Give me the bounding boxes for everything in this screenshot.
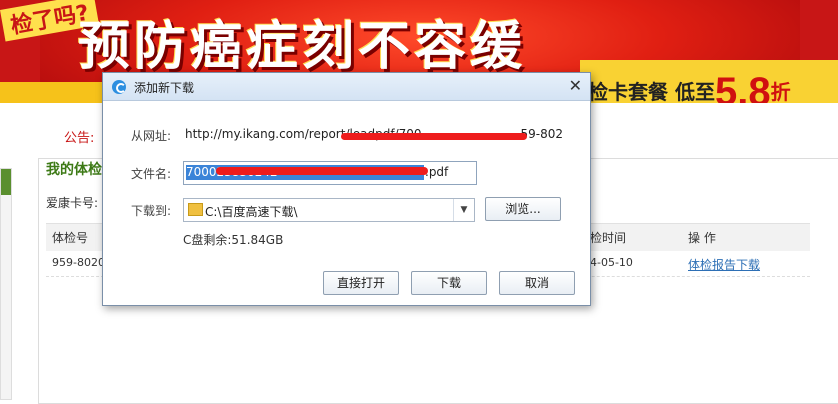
- chevron-down-icon[interactable]: ▼: [453, 199, 474, 221]
- close-icon[interactable]: ✕: [569, 77, 582, 95]
- th-action: 操 作: [688, 231, 716, 245]
- download-button[interactable]: 下载: [411, 271, 487, 295]
- section-title: 我的体检: [46, 162, 102, 178]
- dialog-title: 添加新下载: [134, 81, 195, 95]
- disk-free-space: C盘剩余:51.84GB: [183, 233, 284, 247]
- url-label: 从网址:: [131, 129, 172, 143]
- url-redaction: [341, 133, 527, 140]
- notice-label: 公告:: [64, 131, 95, 146]
- th-exam-no: 体检号: [52, 231, 89, 245]
- banner-slogan: 预防癌症刻不容缓: [78, 16, 527, 77]
- dialog-titlebar[interactable]: 添加新下载 ✕: [103, 73, 590, 101]
- td-exam-no: 959-8020: [52, 256, 105, 269]
- filename-label: 文件名:: [131, 167, 172, 181]
- filename-redaction: [216, 167, 428, 175]
- open-directly-button[interactable]: 直接打开: [323, 271, 399, 295]
- cancel-button[interactable]: 取消: [499, 271, 575, 295]
- filename-input[interactable]: 700023830242 .pdf: [183, 161, 477, 185]
- report-download-link[interactable]: 体检报告下载: [688, 256, 760, 273]
- card-number-label: 爱康卡号:: [46, 196, 99, 210]
- th-exam-time: 检时间: [590, 231, 627, 245]
- baidu-app-icon: [112, 80, 126, 94]
- filename-extension: .pdf: [425, 165, 449, 179]
- saveto-path: C:\百度高速下载\: [205, 205, 298, 219]
- left-sidebar-header: [1, 169, 11, 195]
- banner-promo: 检卡套餐 低至5.8折: [588, 64, 791, 103]
- saveto-label: 下载到:: [131, 204, 172, 218]
- promo-prefix: 检卡套餐 低至: [588, 80, 715, 103]
- folder-icon: [188, 203, 203, 216]
- promo-suffix: 折: [770, 80, 791, 103]
- left-sidebar: [0, 168, 12, 400]
- td-exam-date: 4-05-10: [590, 256, 633, 269]
- browse-button[interactable]: 浏览...: [485, 197, 561, 221]
- promo-value: 5.8: [714, 70, 771, 103]
- add-download-dialog: 添加新下载 ✕ 从网址: http://my.ikang.com/report/…: [102, 72, 591, 306]
- saveto-select[interactable]: C:\百度高速下载\ ▼: [183, 198, 475, 222]
